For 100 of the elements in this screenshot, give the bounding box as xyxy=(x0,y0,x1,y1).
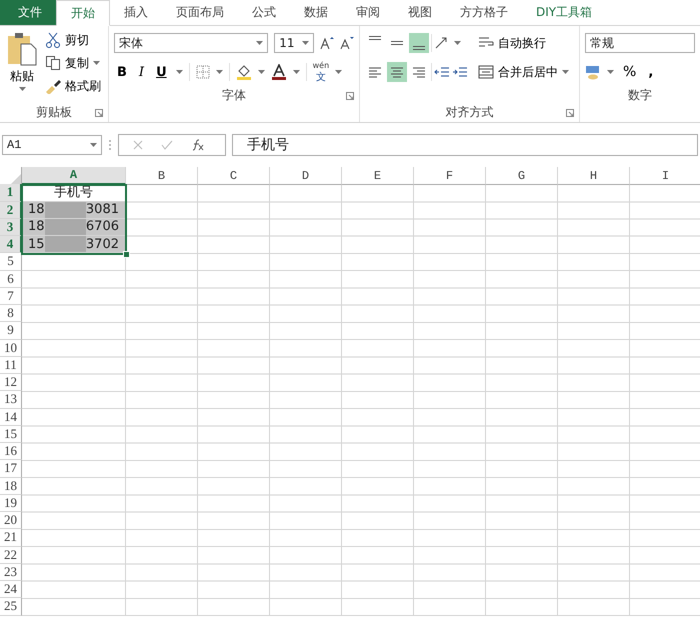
caret-icon xyxy=(176,70,183,74)
row-header[interactable]: 2 xyxy=(0,202,22,219)
row-header[interactable]: 14 xyxy=(0,408,22,426)
currency-icon[interactable] xyxy=(585,64,601,80)
cell-text: 18 xyxy=(28,202,45,218)
row-header[interactable]: 20 xyxy=(0,512,22,530)
caret-icon xyxy=(454,41,461,45)
row-header[interactable]: 5 xyxy=(0,253,22,270)
dialog-launcher-icon[interactable] xyxy=(566,109,574,117)
increase-indent-icon[interactable] xyxy=(452,65,468,79)
caret-icon xyxy=(256,41,264,45)
grow-font-icon[interactable] xyxy=(320,36,334,50)
formula-field[interactable]: 手机号 xyxy=(232,134,698,156)
caret-icon xyxy=(302,41,310,45)
redacted-block xyxy=(44,236,86,252)
row-header[interactable]: 11 xyxy=(0,356,22,374)
group-label: 数字 xyxy=(628,86,652,104)
decrease-indent-icon[interactable] xyxy=(434,65,450,79)
row-header[interactable]: 18 xyxy=(0,478,22,495)
row-header[interactable]: 10 xyxy=(0,340,22,357)
row-header[interactable]: 24 xyxy=(0,581,22,598)
fill-handle[interactable] xyxy=(123,251,130,258)
function-icon[interactable] xyxy=(191,139,205,151)
group-label: 对齐方式 xyxy=(446,104,494,120)
row-header[interactable]: 23 xyxy=(0,564,22,581)
row-header[interactable]: 15 xyxy=(0,426,22,443)
copy-icon xyxy=(45,55,61,71)
row-header[interactable]: 25 xyxy=(0,598,22,616)
percent-button[interactable]: % xyxy=(620,61,640,83)
dialog-launcher-icon[interactable] xyxy=(346,92,354,100)
caret-icon xyxy=(90,143,97,147)
column-header[interactable]: A xyxy=(22,167,126,185)
row-header[interactable]: 12 xyxy=(0,374,22,392)
ribbon-tab[interactable]: 页面布局 xyxy=(162,0,238,25)
row-header[interactable]: 9 xyxy=(0,322,22,340)
ribbon-tab[interactable]: 开始 xyxy=(56,0,110,26)
cell-text: 18 xyxy=(28,219,45,234)
row-header[interactable]: 3 xyxy=(0,218,22,236)
row-header[interactable]: 4 xyxy=(0,236,22,254)
fill-bucket-icon[interactable] xyxy=(236,64,252,80)
merge-cells-icon xyxy=(478,65,494,79)
row-header[interactable]: 8 xyxy=(0,305,22,322)
ribbon-tab[interactable]: 视图 xyxy=(394,0,446,25)
row-header[interactable]: 19 xyxy=(0,494,22,512)
borders-icon[interactable] xyxy=(196,65,210,79)
row-header[interactable]: 6 xyxy=(0,270,22,288)
italic-button[interactable]: I xyxy=(136,61,148,83)
caret-icon xyxy=(607,70,614,74)
ribbon-tab[interactable]: 数据 xyxy=(290,0,342,25)
align-middle-icon xyxy=(391,41,403,45)
shrink-font-icon[interactable] xyxy=(340,36,354,50)
copy-button[interactable]: 复制 xyxy=(43,53,103,73)
phonetic-guide-button[interactable]: wén 文 xyxy=(312,60,330,84)
checkmark-icon[interactable] xyxy=(161,140,173,150)
row-header[interactable]: 21 xyxy=(0,529,22,546)
scissors-icon xyxy=(45,32,61,48)
name-box[interactable]: A1 xyxy=(2,135,102,155)
align-bottom-icon xyxy=(413,46,425,50)
cell-text: 15 xyxy=(28,236,45,252)
caret-icon xyxy=(93,61,100,65)
vertical-align-button[interactable] xyxy=(409,33,429,53)
row-header[interactable]: 22 xyxy=(0,546,22,564)
group-label: 剪贴板 xyxy=(36,104,72,120)
row-header[interactable]: 13 xyxy=(0,391,22,408)
caret-icon xyxy=(562,70,569,74)
cut-button[interactable]: 剪切 xyxy=(43,30,103,50)
font-color-icon[interactable] xyxy=(270,64,287,80)
align-top-icon xyxy=(369,36,381,40)
dialog-launcher-icon[interactable] xyxy=(95,109,103,117)
file-menu-tab[interactable]: 文件 xyxy=(0,0,56,25)
horizontal-align-button[interactable] xyxy=(387,62,407,82)
font-name-dropdown[interactable]: 宋体 xyxy=(114,33,268,53)
clipboard-icon xyxy=(7,32,37,66)
comma-style-button[interactable]: , xyxy=(645,61,656,83)
caret-icon xyxy=(18,87,26,91)
caret-icon xyxy=(292,70,300,74)
row-header[interactable]: 16 xyxy=(0,443,22,460)
underline-button[interactable]: U xyxy=(153,61,170,83)
ribbon-tab[interactable]: 插入 xyxy=(110,0,162,25)
row-header[interactable]: 17 xyxy=(0,460,22,478)
number-format-field[interactable]: 常规 xyxy=(585,33,695,53)
wrap-text-button[interactable]: 自动换行 xyxy=(476,30,571,56)
row-header[interactable]: 1 xyxy=(0,184,22,202)
paintbrush-icon xyxy=(45,78,61,94)
redacted-block xyxy=(44,218,86,235)
redacted-block xyxy=(44,202,86,218)
cell-text: 6706 xyxy=(86,219,119,234)
caret-icon xyxy=(216,70,223,74)
font-size-dropdown[interactable]: 11 xyxy=(274,33,314,53)
cell-text: 3702 xyxy=(86,236,119,252)
merge-center-button[interactable]: 合并后居中 xyxy=(476,59,571,85)
ribbon-tab[interactable]: DIY工具箱 xyxy=(522,0,606,25)
ribbon-tab[interactable]: 审阅 xyxy=(342,0,394,25)
format-painter-button[interactable]: 格式刷 xyxy=(43,76,103,96)
ribbon-tab[interactable]: 方方格子 xyxy=(446,0,522,25)
row-header[interactable]: 7 xyxy=(0,288,22,305)
ribbon-tab[interactable]: 公式 xyxy=(238,0,290,25)
group-label: 字体 xyxy=(222,86,246,104)
paste-button[interactable]: 粘贴 xyxy=(5,30,39,102)
bold-button[interactable]: B xyxy=(114,61,130,83)
